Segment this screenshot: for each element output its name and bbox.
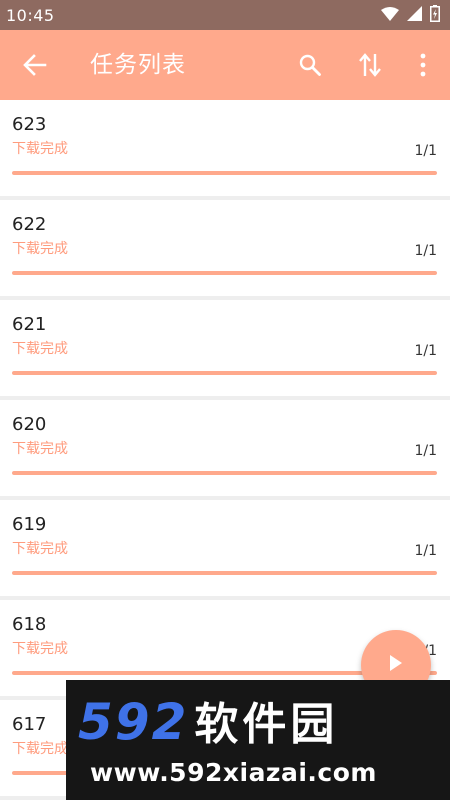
watermark-logo-number: 592 [78,693,189,751]
task-name: 622 [12,214,47,235]
task-name: 619 [12,514,47,535]
task-progress-fill [12,371,437,375]
task-status: 下载完成 [12,241,68,257]
task-name: 618 [12,614,47,635]
task-list-item[interactable]: 621 下载完成 1/1 [0,300,450,396]
task-count: 1/1 [414,243,437,259]
task-name: 617 [12,714,47,735]
status-bar: 10:45 [0,0,450,30]
task-progress-bar [12,271,437,275]
task-progress-fill [12,171,437,175]
search-icon[interactable] [295,50,325,80]
task-list-item[interactable]: 623 下载完成 1/1 [0,100,450,196]
task-status: 下载完成 [12,141,68,157]
task-list-item[interactable]: 620 下载完成 1/1 [0,400,450,496]
task-progress-bar [12,371,437,375]
watermark-banner: 592 软件园 www.592xiazai.com [66,680,450,800]
status-time: 10:45 [6,5,55,25]
app-toolbar: 任务列表 [0,30,450,100]
back-arrow-icon[interactable] [20,52,50,78]
signal-icon [407,5,422,25]
status-icons [381,4,440,26]
watermark-url: www.592xiazai.com [90,758,377,787]
more-vert-icon[interactable] [408,50,438,80]
task-progress-bar [12,171,437,175]
watermark-logo-text: 软件园 [194,699,339,750]
task-status: 下载完成 [12,341,68,357]
battery-icon [430,4,440,26]
task-count: 1/1 [414,443,437,459]
watermark-logo: 592 软件园 [78,694,338,753]
play-icon [388,654,404,676]
task-progress-fill [12,571,437,575]
task-progress-bar [12,571,437,575]
task-status: 下载完成 [12,441,68,457]
task-list-item[interactable]: 619 下载完成 1/1 [0,500,450,596]
task-name: 621 [12,314,47,335]
task-count: 1/1 [414,143,437,159]
task-count: 1/1 [414,343,437,359]
task-count: 1/1 [414,543,437,559]
task-progress-fill [12,471,437,475]
page-title: 任务列表 [90,52,186,78]
task-status: 下载完成 [12,741,68,757]
sort-icon[interactable] [355,50,385,80]
task-list-item[interactable]: 622 下载完成 1/1 [0,200,450,296]
task-name: 623 [12,114,47,135]
task-status: 下载完成 [12,541,68,557]
task-progress-fill [12,271,437,275]
task-status: 下载完成 [12,641,68,657]
task-progress-bar [12,471,437,475]
wifi-icon [381,6,399,25]
task-name: 620 [12,414,47,435]
